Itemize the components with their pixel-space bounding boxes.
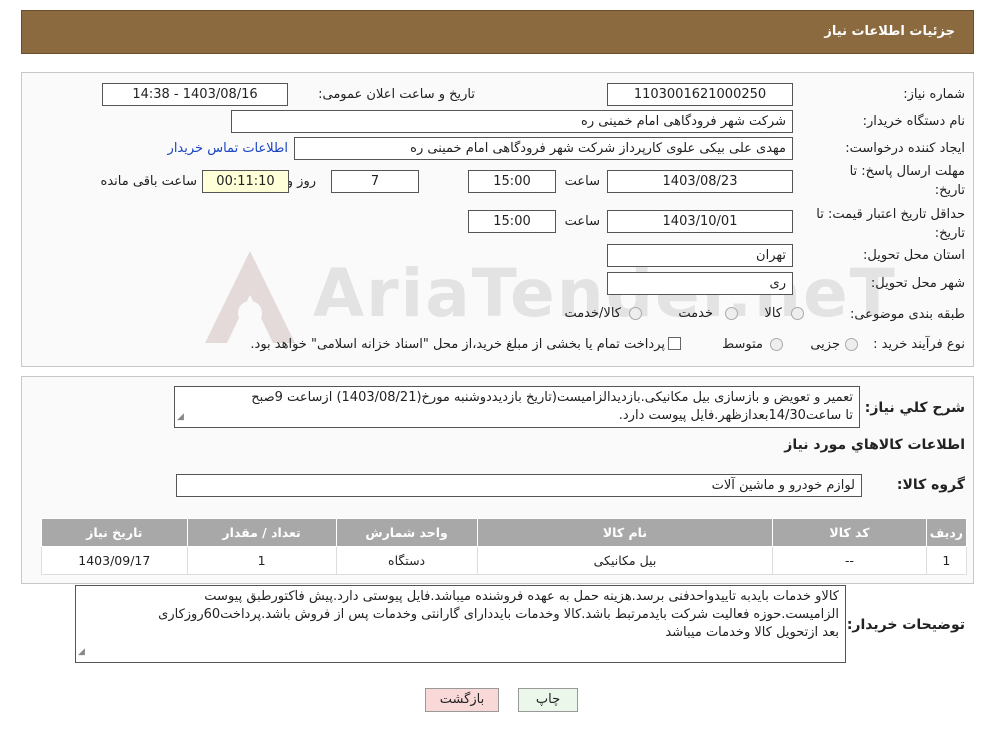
price-validity-label-date: تاریخ: bbox=[934, 226, 965, 241]
category-service-label: خدمت bbox=[678, 306, 713, 321]
process-type-label: نوع فرآیند خرید : bbox=[873, 337, 965, 352]
cell-code: -- bbox=[772, 546, 927, 575]
price-validity-label: حداقل تاریخ اعتبار قیمت: تا bbox=[816, 207, 965, 222]
requester-field: مهدی علی بیکی علوی کارپرداز شرکت شهر فرو… bbox=[294, 137, 793, 160]
back-button[interactable]: بازگشت bbox=[425, 688, 499, 712]
process-minor-radio[interactable] bbox=[845, 338, 858, 351]
price-validity-time-field: 15:00 bbox=[468, 210, 556, 233]
col-name: نام کالا bbox=[476, 518, 774, 547]
col-need-date: تاريخ نياز bbox=[41, 518, 188, 547]
deadline-time-field: 15:00 bbox=[468, 170, 556, 193]
buyer-org-field: شرکت شهر فرودگاهی امام خمینی ره bbox=[231, 110, 793, 133]
process-medium-radio[interactable] bbox=[770, 338, 783, 351]
cell-name: بیل مکانیکی bbox=[476, 546, 774, 575]
remaining-time-field: 00:11:10 bbox=[202, 170, 289, 193]
deadline-time-label: ساعت bbox=[564, 174, 600, 189]
category-goods-label: کالا bbox=[764, 306, 782, 321]
announce-date-label: تاریخ و ساعت اعلان عمومی: bbox=[318, 87, 475, 102]
col-unit: واحد شمارش bbox=[335, 518, 478, 547]
remaining-days-field: 7 bbox=[331, 170, 419, 193]
days-label: روز و bbox=[286, 174, 316, 189]
category-service-radio[interactable] bbox=[725, 307, 738, 320]
col-quantity: تعداد / مقدار bbox=[186, 518, 337, 547]
cell-need-date: 1403/09/17 bbox=[41, 546, 188, 575]
buyer-notes-line-2: الزامیست.حوزه فعالیت شرکت بایدمرتبط باشد… bbox=[158, 607, 839, 622]
category-label: طبقه بندی موضوعی: bbox=[849, 307, 965, 322]
goods-section-title: اطلاعات کالاهاي مورد نياز bbox=[784, 437, 965, 453]
need-number-field: 1103001621000250 bbox=[607, 83, 793, 106]
cell-quantity: 1 bbox=[186, 546, 337, 575]
goods-table: رديف کد کالا نام کالا واحد شمارش تعداد /… bbox=[41, 518, 968, 575]
remaining-time-label: ساعت باقی مانده bbox=[100, 174, 197, 189]
resize-grip-icon[interactable]: ◢ bbox=[177, 408, 184, 426]
category-goods-radio[interactable] bbox=[791, 307, 804, 320]
print-button[interactable]: چاپ bbox=[518, 688, 578, 712]
page-title: جزئیات اطلاعات نیاز bbox=[824, 24, 955, 39]
buyer-org-label: نام دستگاه خریدار: bbox=[862, 114, 965, 129]
requester-label: ایجاد کننده درخواست: bbox=[845, 141, 965, 156]
buyer-notes-label: توضيحات خريدار: bbox=[846, 617, 965, 633]
province-field: تهران bbox=[607, 244, 793, 267]
process-minor-label: جزیی bbox=[810, 337, 840, 352]
category-goods-service-radio[interactable] bbox=[629, 307, 642, 320]
city-label: شهر محل تحویل: bbox=[870, 276, 965, 291]
category-goods-service-label: کالا/خدمت bbox=[564, 306, 621, 321]
cell-row: 1 bbox=[925, 546, 968, 575]
buyer-notes-line-3: بعد ازتحویل کالا وخدمات میباشد bbox=[665, 625, 839, 640]
goods-group-field: لوازم خودرو و ماشین آلات bbox=[176, 474, 862, 497]
buyer-contact-link[interactable]: اطلاعات تماس خریدار bbox=[168, 141, 288, 156]
deadline-label: مهلت ارسال پاسخ: تا bbox=[849, 164, 965, 179]
price-validity-date-field: 1403/10/01 bbox=[607, 210, 793, 233]
resize-grip-icon[interactable]: ◢ bbox=[78, 643, 85, 661]
table-row: 1 -- بیل مکانیکی دستگاه 1 1403/09/17 bbox=[41, 546, 968, 575]
deadline-date-field: 1403/08/23 bbox=[607, 170, 793, 193]
treasury-payment-checkbox[interactable] bbox=[668, 337, 681, 350]
province-label: استان محل تحویل: bbox=[863, 248, 965, 263]
description-line-1: تعمیر و تعویض و بازسازی بیل مکانیکی.بازد… bbox=[251, 390, 853, 405]
description-line-2: تا ساعت14/30بعدازظهر.فایل پیوست دارد. bbox=[618, 408, 853, 423]
col-code: کد کالا bbox=[772, 518, 927, 547]
announce-date-field: 1403/08/16 - 14:38 bbox=[102, 83, 288, 106]
cell-unit: دستگاه bbox=[335, 546, 478, 575]
description-textarea[interactable]: تعمیر و تعویض و بازسازی بیل مکانیکی.بازد… bbox=[174, 386, 860, 428]
page-header: جزئیات اطلاعات نیاز bbox=[21, 10, 974, 54]
need-number-label: شماره نیاز: bbox=[903, 87, 965, 102]
validity-time-label: ساعت bbox=[564, 214, 600, 229]
city-field: ری bbox=[607, 272, 793, 295]
goods-table-header: رديف کد کالا نام کالا واحد شمارش تعداد /… bbox=[41, 518, 968, 547]
buyer-notes-textarea[interactable]: کالاو خدمات بایدبه تاییدواحدفنی برسد.هزی… bbox=[75, 585, 846, 663]
process-medium-label: متوسط bbox=[722, 337, 763, 352]
col-row: رديف bbox=[925, 518, 968, 547]
deadline-label-date: تاریخ: bbox=[934, 183, 965, 198]
description-label: شرح کلي نياز: bbox=[864, 400, 965, 416]
treasury-payment-note: پرداخت تمام یا بخشی از مبلغ خرید،از محل … bbox=[250, 337, 665, 352]
buyer-notes-line-1: کالاو خدمات بایدبه تاییدواحدفنی برسد.هزی… bbox=[204, 589, 839, 604]
goods-group-label: گروه کالا: bbox=[896, 477, 965, 493]
